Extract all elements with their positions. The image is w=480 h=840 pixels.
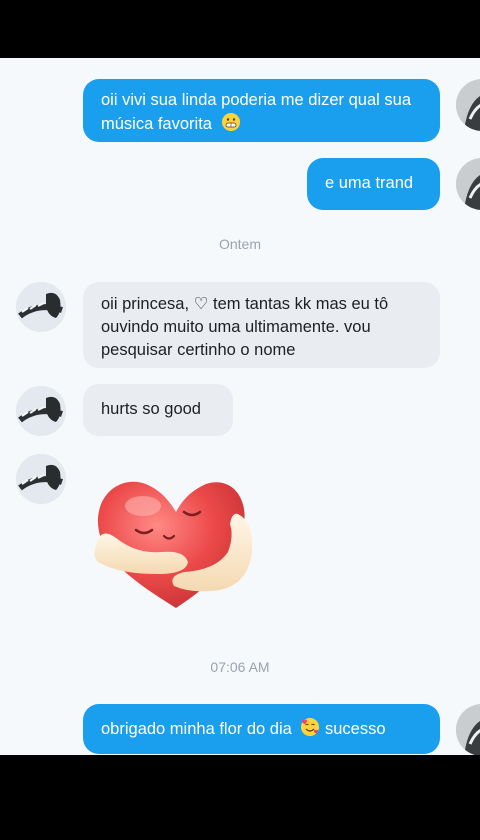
message-bubble-incoming[interactable]: hurts so good [83,384,233,436]
message-text: e uma trand [325,174,414,192]
timestamp-divider: 07:06 AM [210,659,270,675]
contact-avatar[interactable] [16,454,66,504]
message-bubble-outgoing[interactable]: obrigado minha flor do dia sucesso [83,704,440,754]
chat-thread[interactable]: oii vivi sua linda poderia me dizer qual… [0,58,480,755]
message-bubble-outgoing[interactable]: e uma trand [307,158,440,210]
grimacing-emoji-icon [221,112,241,139]
message-bubble-outgoing[interactable]: oii vivi sua linda poderia me dizer qual… [83,79,440,142]
own-avatar[interactable] [456,158,480,210]
contact-avatar[interactable] [16,386,66,436]
own-avatar[interactable] [456,704,480,755]
smiling-face-with-hearts-icon [300,717,320,744]
date-divider: Ontem [218,236,261,252]
message-text: oii vivi sua linda poderia me dizer qual… [101,91,412,133]
message-text-after-emoji: sucesso [324,720,386,738]
message-text: obrigado minha flor do dia [101,720,292,738]
message-bubble-incoming[interactable]: oii princesa, ♡ tem tantas kk mas eu tô … [83,282,440,368]
top-black-bar [0,0,480,58]
heart-hug-sticker-icon[interactable] [88,466,263,616]
own-avatar[interactable] [456,79,480,131]
contact-avatar[interactable] [16,282,66,332]
message-text: oii princesa, ♡ tem tantas kk mas eu tô … [101,295,389,359]
message-text: hurts so good [101,400,201,418]
bottom-black-bar [0,755,480,840]
